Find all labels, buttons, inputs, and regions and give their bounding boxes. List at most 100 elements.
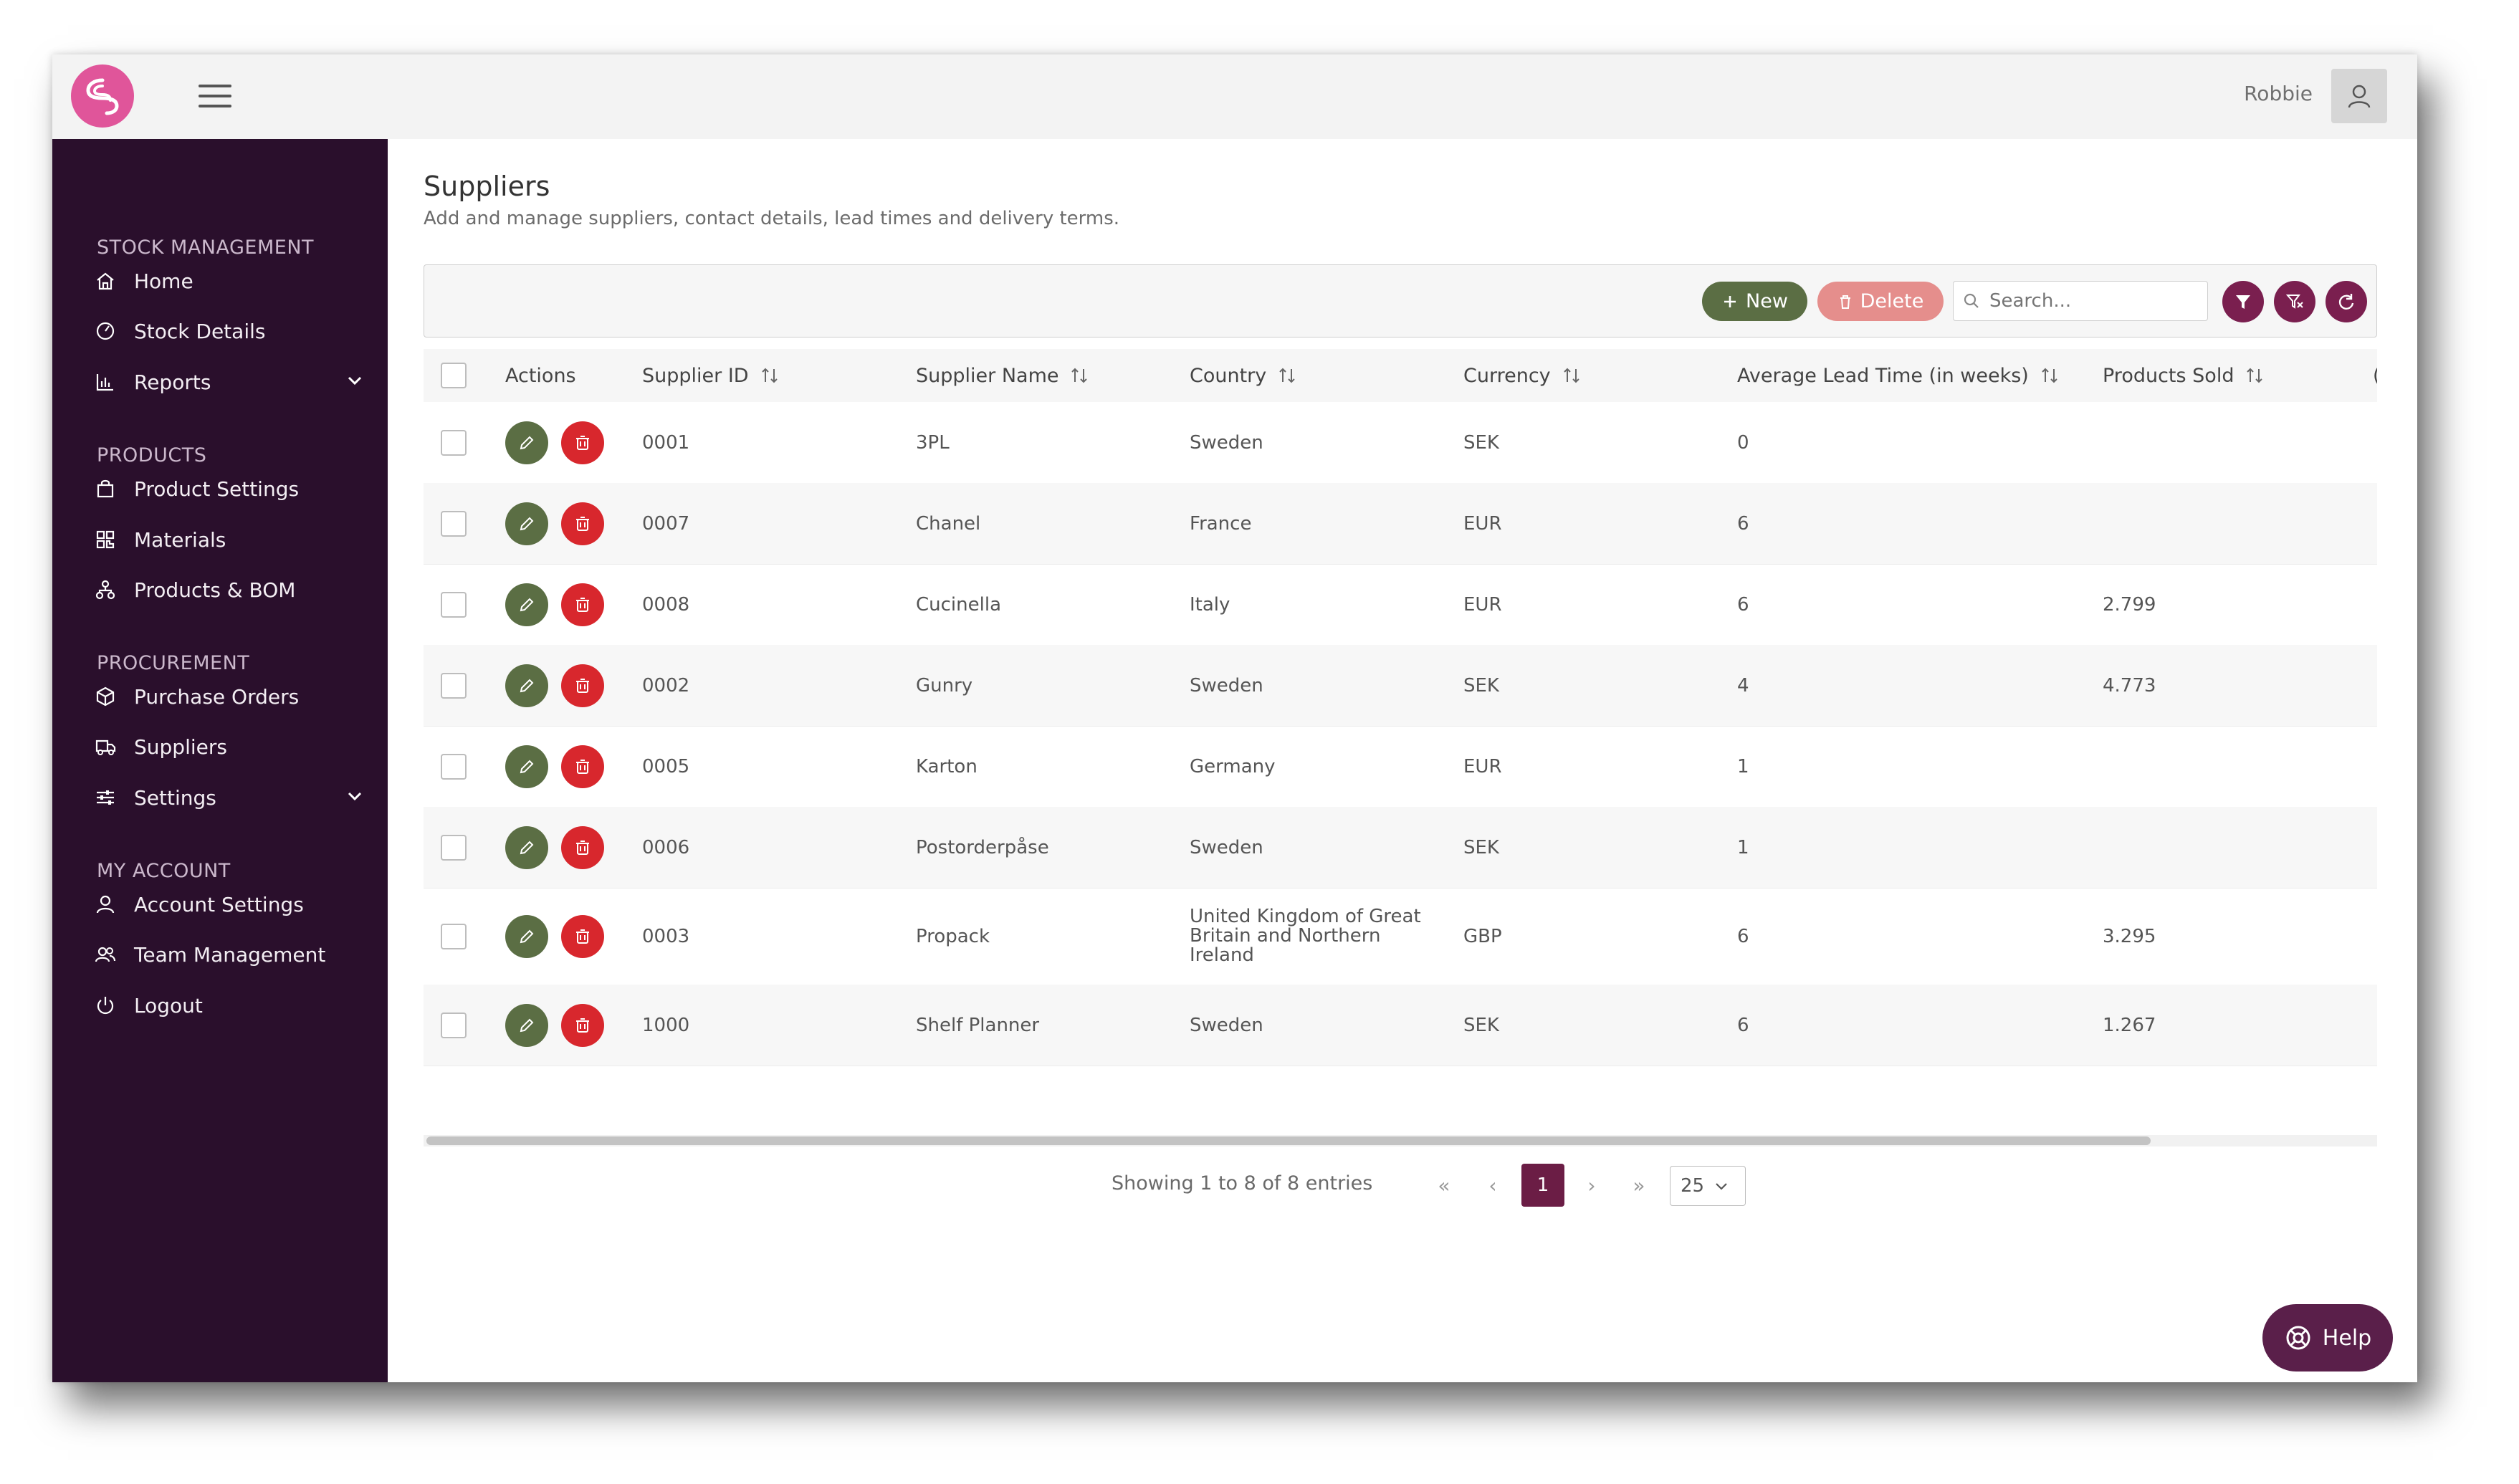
column-header-supplier-id[interactable]: Supplier ID [642, 349, 780, 402]
first-page-icon[interactable]: « [1430, 1164, 1458, 1207]
sort-icon[interactable] [1069, 365, 1090, 386]
edit-button[interactable] [505, 502, 548, 545]
sidebar-item-label: Purchase Orders [134, 684, 300, 709]
delete-row-button[interactable] [561, 915, 604, 958]
column-header-supplier-name[interactable]: Supplier Name [916, 349, 1090, 402]
sidebar-item-account-settings[interactable]: Account Settings [92, 884, 365, 924]
cell-supplier-name: Propack [916, 925, 990, 947]
sidebar-item-label: Materials [134, 527, 226, 552]
delete-button-label: Delete [1860, 290, 1924, 312]
sort-icon[interactable] [2244, 365, 2265, 386]
help-button[interactable]: Help [2262, 1304, 2393, 1371]
sidebar-item-products-bom[interactable]: Products & BOM [92, 570, 365, 610]
filter-icon [2236, 295, 2250, 309]
row-checkbox[interactable] [441, 429, 467, 456]
cell-country: Sweden [1190, 1014, 1263, 1036]
clear-filter-button[interactable] [2274, 281, 2315, 322]
page-size-select[interactable]: 25 [1670, 1166, 1746, 1206]
sidebar-item-reports[interactable]: Reports [92, 362, 365, 402]
sidebar-item-home[interactable]: Home [92, 261, 365, 301]
table-row[interactable]: 0005 Karton Germany EUR 1 [424, 726, 2377, 808]
sidebar-item-team-management[interactable]: Team Management [92, 934, 365, 975]
table-row[interactable]: 0007 Chanel France EUR 6 [424, 483, 2377, 565]
delete-row-button[interactable] [561, 502, 604, 545]
scrollbar-thumb[interactable] [426, 1136, 2151, 1145]
cell-lead-time: 6 [1737, 1014, 1749, 1036]
column-header-average-lead-time[interactable]: Average Lead Time (in weeks) [1737, 349, 2060, 402]
sidebar-item-purchase-orders[interactable]: Purchase Orders [92, 676, 365, 717]
cell-supplier-id: 0003 [642, 925, 690, 947]
delete-row-button[interactable] [561, 1004, 604, 1047]
column-header-currency[interactable]: Currency [1463, 349, 1582, 402]
sidebar-item-suppliers[interactable]: Suppliers [92, 727, 365, 767]
user-avatar-icon[interactable] [2331, 69, 2387, 123]
sort-icon[interactable] [759, 365, 780, 386]
sort-icon[interactable] [1276, 365, 1298, 386]
column-header-products-sold[interactable]: Products Sold [2103, 349, 2265, 402]
last-page-icon[interactable]: » [1625, 1164, 1653, 1207]
edit-button[interactable] [505, 826, 548, 869]
sort-icon[interactable] [2039, 365, 2060, 386]
cell-products-sold: 4.773 [2103, 674, 2156, 696]
chevron-down-icon[interactable] [345, 786, 365, 811]
edit-button[interactable] [505, 421, 548, 464]
edit-button[interactable] [505, 1004, 548, 1047]
pencil-icon [520, 598, 534, 612]
refresh-button[interactable] [2326, 281, 2367, 322]
cell-supplier-name: Chanel [916, 512, 981, 535]
edit-button[interactable] [505, 745, 548, 788]
trash-icon [576, 598, 589, 612]
table-row[interactable]: 0006 Postorderpåse Sweden SEK 1 [424, 807, 2377, 889]
table-header: Actions Supplier ID Supplier Name Countr… [424, 349, 2377, 402]
delete-row-button[interactable] [561, 421, 604, 464]
row-checkbox[interactable] [441, 591, 467, 618]
delete-row-button[interactable] [561, 664, 604, 707]
sort-icon[interactable] [1561, 365, 1582, 386]
select-all-checkbox[interactable] [441, 363, 467, 388]
row-checkbox[interactable] [441, 923, 467, 949]
delete-row-button[interactable] [561, 745, 604, 788]
delete-row-button[interactable] [561, 826, 604, 869]
row-checkbox[interactable] [441, 510, 467, 537]
cell-country: France [1190, 512, 1252, 535]
table-row[interactable]: 0003 Propack United Kingdom of Great Bri… [424, 888, 2377, 985]
filter-button[interactable] [2222, 281, 2264, 322]
cell-supplier-name: Shelf Planner [916, 1014, 1040, 1036]
row-checkbox[interactable] [441, 1012, 467, 1038]
sidebar-item-logout[interactable]: Logout [92, 985, 365, 1025]
cell-lead-time: 6 [1737, 593, 1749, 616]
menu-toggle-icon[interactable] [199, 85, 231, 109]
row-checkbox[interactable] [441, 672, 467, 699]
table-row[interactable]: 0002 Gunry Sweden SEK 4 4.773 [424, 645, 2377, 727]
row-checkbox[interactable] [441, 834, 467, 861]
chevron-down-icon [1716, 1183, 1727, 1190]
cell-supplier-name: Cucinella [916, 593, 1002, 616]
delete-button[interactable]: Delete [1817, 282, 1944, 321]
column-header-truncated: ( [2373, 349, 2377, 402]
cell-country: United Kingdom of Great Britain and Nort… [1190, 906, 1421, 966]
column-header-country[interactable]: Country [1190, 349, 1298, 402]
delete-row-button[interactable] [561, 583, 604, 626]
cell-lead-time: 6 [1737, 925, 1749, 947]
cell-currency: SEK [1463, 674, 1499, 696]
next-page-icon[interactable]: › [1577, 1164, 1606, 1207]
search-input[interactable] [1988, 289, 2199, 312]
page-button-current[interactable]: 1 [1521, 1164, 1564, 1207]
sidebar-item-stock-details[interactable]: Stock Details [92, 311, 365, 351]
app-logo[interactable] [71, 64, 134, 128]
cell-supplier-name: Postorderpåse [916, 836, 1049, 858]
sidebar-item-materials[interactable]: Materials [92, 520, 365, 560]
edit-button[interactable] [505, 583, 548, 626]
horizontal-scrollbar[interactable] [424, 1135, 2377, 1146]
table-row[interactable]: 0001 3PL Sweden SEK 0 [424, 402, 2377, 484]
sidebar-item-product-settings[interactable]: Product Settings [92, 469, 365, 509]
table-row[interactable]: 1000 Shelf Planner Sweden SEK 6 1.267 [424, 985, 2377, 1066]
new-button[interactable]: New [1702, 282, 1807, 321]
row-checkbox[interactable] [441, 753, 467, 780]
chevron-down-icon[interactable] [345, 370, 365, 396]
edit-button[interactable] [505, 664, 548, 707]
edit-button[interactable] [505, 915, 548, 958]
sidebar-item-settings[interactable]: Settings [92, 777, 365, 818]
prev-page-icon[interactable]: ‹ [1478, 1164, 1507, 1207]
table-row[interactable]: 0008 Cucinella Italy EUR 6 2.799 [424, 564, 2377, 646]
